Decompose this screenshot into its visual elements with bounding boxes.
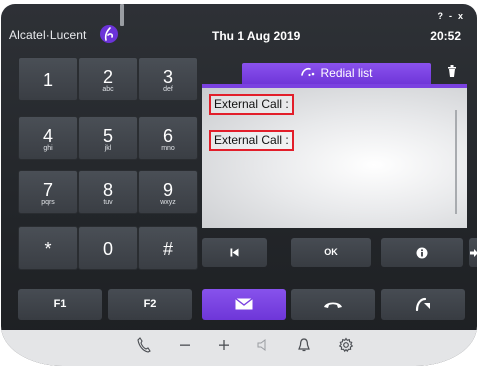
handset-icon[interactable] [135, 337, 153, 358]
key-digit: 8 [102, 180, 113, 200]
brand-name: Alcatel·Lucent [9, 28, 87, 42]
help-button[interactable]: ? [437, 11, 443, 21]
messages-button[interactable] [202, 289, 286, 320]
redial-icon [300, 63, 316, 84]
scrollbar[interactable] [455, 110, 457, 214]
f2-label: F2 [143, 298, 157, 310]
volume-down-icon[interactable] [176, 337, 194, 358]
gear-icon[interactable] [337, 337, 355, 358]
alcatel-logo-icon [100, 25, 118, 43]
ok-label: OK [324, 247, 338, 257]
f1-button[interactable]: F1 [18, 289, 102, 320]
key-3[interactable]: 3 def [138, 57, 198, 101]
minimize-button[interactable]: - [449, 11, 452, 21]
key-digit: 0 [102, 239, 113, 259]
volume-up-icon[interactable] [215, 337, 233, 358]
key-digit: 9 [162, 180, 173, 200]
key-letters: jkl [104, 145, 112, 152]
transfer-button[interactable] [381, 289, 465, 320]
key-6[interactable]: 6 mno [138, 116, 198, 160]
skip-previous-icon [230, 247, 239, 257]
key-letters: tuv [103, 199, 113, 206]
footer-bar [1, 330, 477, 366]
key-digit: * [44, 239, 52, 259]
hang-up-button[interactable] [291, 289, 375, 320]
key-letters: ghi [43, 145, 53, 152]
ok-button[interactable]: OK [291, 238, 371, 267]
key-digit: # [162, 239, 173, 259]
key-letters: mno [161, 145, 175, 152]
redial-entry[interactable]: External Call : [209, 94, 294, 115]
previous-button[interactable] [202, 238, 267, 267]
key-4[interactable]: 4 ghi [18, 116, 78, 160]
redial-entry[interactable]: External Call : [209, 130, 294, 151]
envelope-icon [235, 298, 253, 310]
close-button[interactable]: x [458, 11, 463, 21]
key-digit: 6 [162, 126, 173, 146]
key-9[interactable]: 9 wxyz [138, 170, 198, 214]
key-7[interactable]: 7 pqrs [18, 170, 78, 214]
key-digit: 3 [162, 67, 173, 87]
time-label: 20:52 [430, 29, 461, 43]
trash-icon[interactable] [447, 64, 457, 83]
f2-button[interactable]: F2 [108, 289, 192, 320]
key-letters: def [163, 86, 173, 93]
key-digit: 2 [102, 67, 113, 87]
tab-redial-list[interactable]: Redial list [242, 63, 431, 84]
key-digit: 1 [42, 70, 53, 90]
key-digit: 4 [42, 126, 53, 146]
key-letters: abc [102, 86, 114, 93]
redial-list-panel: External Call : External Call : [202, 88, 467, 228]
speaker-muted-icon[interactable] [254, 337, 272, 358]
date-label: Thu 1 Aug 2019 [212, 29, 301, 43]
arrow-right-icon [470, 247, 477, 257]
divider-handle [120, 4, 124, 26]
hang-up-icon [323, 298, 343, 310]
key-2[interactable]: 2 abc [78, 57, 138, 101]
phone-window: Alcatel·Lucent Thu 1 Aug 2019 20:52 ? - … [1, 4, 477, 366]
key-digit: 7 [42, 180, 53, 200]
key-8[interactable]: 8 tuv [78, 170, 138, 214]
key-0[interactable]: 0 [78, 226, 138, 270]
window-controls: ? - x [437, 11, 463, 21]
more-button[interactable] [469, 238, 477, 267]
f1-label: F1 [53, 298, 67, 310]
info-button[interactable] [381, 238, 463, 267]
key-hash[interactable]: # [138, 226, 198, 270]
key-star[interactable]: * [18, 226, 78, 270]
key-letters: pqrs [41, 199, 55, 206]
info-icon [416, 247, 428, 259]
call-transfer-icon [415, 297, 431, 312]
key-5[interactable]: 5 jkl [78, 116, 138, 160]
key-digit: 5 [102, 126, 113, 146]
tab-label: Redial list [320, 66, 373, 80]
key-letters: wxyz [160, 199, 176, 206]
key-1[interactable]: 1 [18, 57, 78, 101]
bell-icon[interactable] [295, 337, 313, 358]
